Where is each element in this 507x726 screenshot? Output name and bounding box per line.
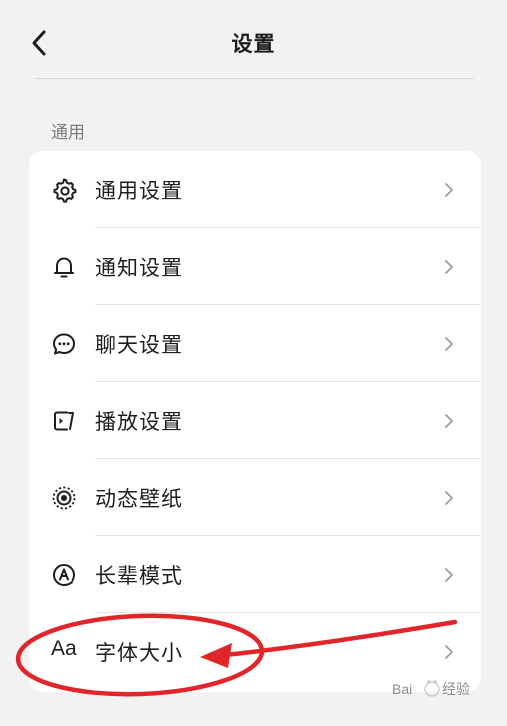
page-title: 设置 [231,32,276,56]
settings-item-chat[interactable]: 聊天设置 [29,305,481,382]
settings-page: 设置 通用 通用设置 通知设置 聊天设置 播放设置 动态壁纸 长辈模式 Aa 字… [0,0,507,726]
watermark-text: Bai [392,681,412,697]
chevron-right-icon [445,491,453,505]
chevron-right-icon [445,414,453,428]
section-title-general: 通用 [51,123,85,143]
live-wallpaper-icon [52,486,76,510]
chevron-right-icon [445,183,453,197]
chevron-right-icon [445,337,453,351]
settings-card: 通用设置 通知设置 聊天设置 播放设置 动态壁纸 长辈模式 Aa 字体大小 [29,151,481,692]
watermark-logo: Bai 经验 [388,668,488,708]
settings-item-general[interactable]: 通用设置 [29,151,481,228]
settings-item-label: 聊天设置 [95,333,183,357]
watermark-text-2: 经验 [442,681,470,697]
gear-icon [53,178,77,203]
settings-item-label: 通知设置 [95,256,183,280]
settings-item-playback[interactable]: 播放设置 [29,382,481,459]
top-bar: 设置 [0,0,507,80]
bell-icon [54,257,74,278]
chevron-right-icon [445,568,453,582]
settings-item-label: 长辈模式 [95,564,183,588]
chevron-right-icon [445,260,453,274]
settings-item-elder-mode[interactable]: 长辈模式 [29,536,481,613]
settings-item-label: 通用设置 [95,179,183,203]
elder-mode-icon [52,563,76,587]
play-settings-icon [54,411,74,431]
settings-item-notifications[interactable]: 通知设置 [29,228,481,305]
header-divider [34,78,474,79]
settings-item-label: 播放设置 [95,410,183,434]
settings-item-label: 字体大小 [95,641,183,665]
font-size-icon: Aa [51,637,77,660]
chevron-right-icon [445,645,453,659]
settings-item-label: 动态壁纸 [95,487,183,511]
settings-item-live-wallpaper[interactable]: 动态壁纸 [29,459,481,536]
chat-bubble-icon [53,333,75,355]
